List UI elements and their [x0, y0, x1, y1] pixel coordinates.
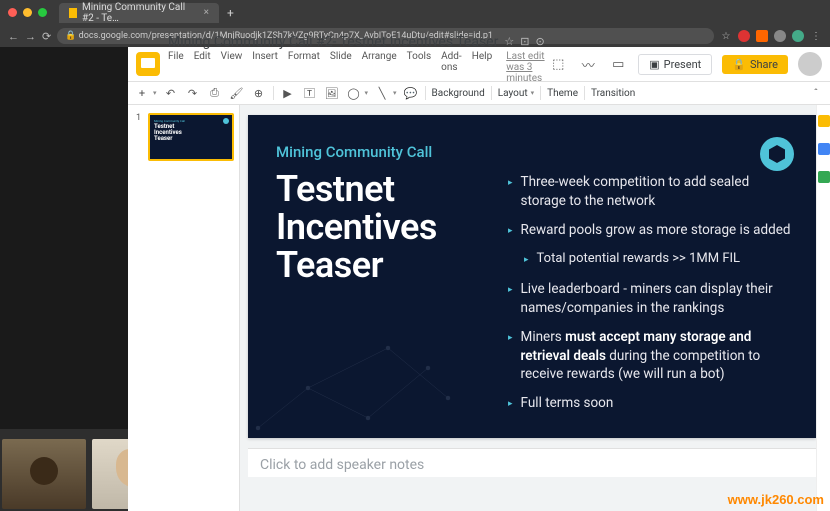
textbox-icon[interactable]: 🅃 — [302, 85, 318, 101]
redo-icon[interactable]: ↷ — [185, 85, 201, 101]
activity-icon[interactable]: 〰 — [578, 54, 598, 74]
minimize-window-icon[interactable] — [23, 8, 32, 17]
slides-header: Mining Community Call #2- Testnet Incent… — [128, 47, 830, 81]
move-icon[interactable]: ⊡ — [520, 35, 529, 48]
close-window-icon[interactable] — [8, 8, 17, 17]
undo-icon[interactable]: ↶ — [163, 85, 179, 101]
filmstrip: 1 Mining Community Call TestnetIncentive… — [128, 105, 240, 511]
tasks-icon[interactable] — [818, 171, 830, 183]
background-button[interactable]: Background — [432, 88, 485, 99]
participant-video[interactable] — [2, 439, 86, 509]
see-status-icon[interactable]: ⊙ — [535, 35, 544, 48]
slides-favicon-icon — [69, 8, 77, 18]
doc-title[interactable]: Mining Community Call #2- Testnet Incent… — [168, 34, 498, 50]
print-icon[interactable]: ⎙ — [207, 85, 223, 101]
keep-icon[interactable] — [818, 143, 830, 155]
slides-logo-icon[interactable] — [136, 52, 160, 76]
list-item: ▸Live leaderboard - miners can display t… — [508, 280, 792, 318]
slide-number: 1 — [136, 113, 141, 123]
side-panel — [816, 105, 830, 511]
list-item: ▸Reward pools grow as more storage is ad… — [508, 221, 792, 240]
list-item: ▸Full terms soon — [508, 394, 792, 413]
user-avatar[interactable] — [798, 52, 822, 76]
image-icon[interactable]: 🖼 — [324, 85, 340, 101]
profile-avatar[interactable] — [792, 30, 804, 42]
slide-thumbnail[interactable]: Mining Community Call TestnetIncentivesT… — [148, 113, 234, 161]
reload-icon[interactable]: ⟳ — [42, 30, 51, 43]
thumb-title: TestnetIncentivesTeaser — [154, 124, 228, 142]
transition-button[interactable]: Transition — [591, 88, 635, 99]
comments-icon[interactable]: ⬚ — [548, 54, 568, 74]
lock-icon: 🔒 — [732, 58, 746, 71]
bullet-icon: ▸ — [524, 254, 529, 268]
layout-button[interactable]: Layout — [498, 88, 528, 99]
present-button[interactable]: ▣Present — [638, 54, 712, 75]
bullet-list: ▸Three-week competition to add sealed st… — [508, 173, 792, 423]
list-item: ▸Total potential rewards >> 1MM FIL — [524, 250, 792, 268]
google-slides-app: Mining Community Call #2- Testnet Incent… — [128, 47, 830, 511]
tab-title: Mining Community Call #2 - Te… — [82, 2, 196, 24]
slide-subtitle: Mining Community Call — [276, 143, 788, 161]
browser-tab[interactable]: Mining Community Call #2 - Te… × — [59, 3, 219, 23]
play-icon: ▣ — [649, 58, 659, 71]
bullet-icon: ▸ — [508, 177, 513, 211]
paint-format-icon[interactable]: 🖌 — [229, 85, 245, 101]
filecoin-logo-icon — [760, 137, 794, 171]
shape-icon[interactable]: ◯ — [346, 85, 362, 101]
slide-canvas[interactable]: Mining Community Call Testnet Incentives… — [248, 115, 816, 438]
close-tab-icon[interactable]: × — [204, 7, 209, 18]
speaker-notes-input[interactable]: Click to add speaker notes — [248, 448, 816, 477]
menu-icon[interactable]: ⋮ — [810, 30, 822, 42]
star-icon[interactable]: ☆ — [504, 35, 514, 48]
logo-icon — [223, 118, 229, 124]
theme-button[interactable]: Theme — [547, 88, 578, 99]
hide-menus-icon[interactable]: ˆ — [808, 85, 824, 101]
new-tab-button[interactable]: + — [227, 6, 234, 20]
comment-icon[interactable]: 💬 — [403, 85, 419, 101]
calendar-icon[interactable] — [818, 115, 830, 127]
extension-icon[interactable] — [756, 30, 768, 42]
bullet-icon: ▸ — [508, 398, 513, 413]
list-item: ▸Miners must accept many storage and ret… — [508, 328, 792, 385]
share-button[interactable]: 🔒Share — [722, 55, 788, 74]
list-item: ▸Three-week competition to add sealed st… — [508, 173, 792, 211]
bullet-icon: ▸ — [508, 332, 513, 385]
chat-icon[interactable]: ▭ — [608, 54, 628, 74]
browser-tab-bar: Mining Community Call #2 - Te… × + — [0, 0, 830, 25]
line-icon[interactable]: ╲ — [374, 85, 390, 101]
toolbar: +▾ ↶ ↷ ⎙ 🖌 ⊕ ▶ 🅃 🖼 ◯▾ ╲▾ 💬 Background La… — [128, 81, 830, 105]
video-conference-panel — [0, 47, 128, 429]
star-icon[interactable]: ☆ — [720, 30, 732, 42]
network-decoration-icon — [248, 308, 488, 438]
back-icon[interactable]: ← — [8, 30, 19, 43]
select-icon[interactable]: ▶ — [280, 85, 296, 101]
watermark-text: www.jk260.com — [728, 492, 824, 507]
maximize-window-icon[interactable] — [38, 8, 47, 17]
extension-icon[interactable] — [774, 30, 786, 42]
bullet-icon: ▸ — [508, 284, 513, 318]
bullet-icon: ▸ — [508, 225, 513, 240]
zoom-icon[interactable]: ⊕ — [251, 85, 267, 101]
forward-icon[interactable]: → — [25, 30, 36, 43]
lock-icon: 🔒 — [65, 31, 76, 41]
extension-icon[interactable] — [738, 30, 750, 42]
canvas-area[interactable]: Mining Community Call Testnet Incentives… — [240, 105, 830, 511]
window-controls[interactable] — [8, 8, 47, 17]
new-slide-icon[interactable]: + — [134, 85, 150, 101]
